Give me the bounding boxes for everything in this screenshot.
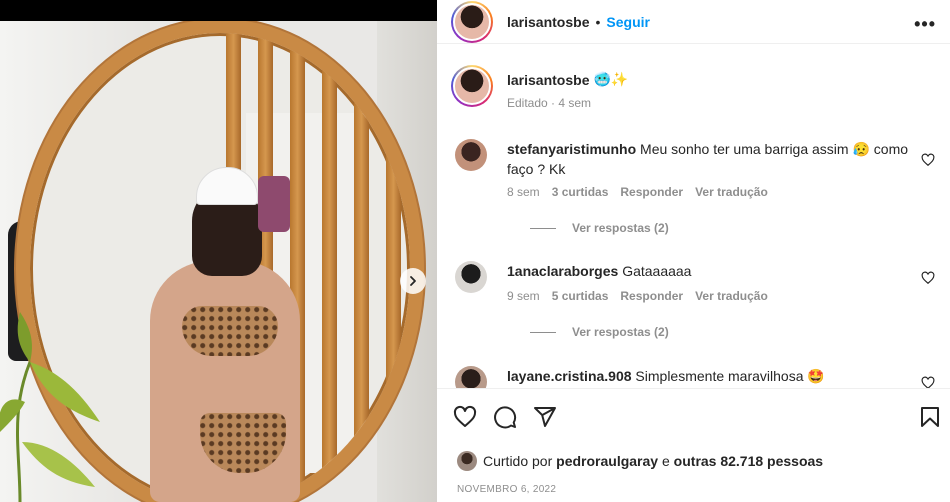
- more-icon[interactable]: •••: [914, 14, 936, 35]
- comment-icon[interactable]: [493, 405, 517, 429]
- view-replies-label: Ver respostas (2): [572, 221, 669, 235]
- caption-emojis: 🥶✨: [593, 71, 629, 87]
- separator-dot: •: [595, 13, 601, 30]
- reply-button[interactable]: Responder: [620, 289, 683, 303]
- heart-icon[interactable]: [921, 376, 935, 388]
- author-username[interactable]: larisantosbe: [507, 14, 589, 30]
- post-media: [0, 0, 437, 502]
- post-photo: [0, 21, 437, 502]
- plant: [0, 312, 100, 502]
- comment-text: Gataaaaaa: [622, 263, 692, 279]
- heart-icon[interactable]: [921, 153, 935, 167]
- comment-avatar[interactable]: [455, 261, 487, 293]
- liked-others[interactable]: outras 82.718 pessoas: [674, 453, 823, 469]
- translate-button[interactable]: Ver tradução: [695, 289, 768, 303]
- caption-avatar[interactable]: [451, 65, 493, 107]
- post-modal: larisantosbe • Seguir ••• larisantosbe 🥶…: [0, 0, 950, 502]
- liked-user[interactable]: pedroraulgaray: [556, 453, 658, 469]
- post-panel: larisantosbe • Seguir ••• larisantosbe 🥶…: [437, 0, 950, 502]
- heart-icon[interactable]: [921, 271, 935, 285]
- view-replies-button[interactable]: Ver respostas (2): [530, 221, 669, 235]
- comment-time: 9 sem: [507, 289, 540, 303]
- action-bar: [453, 405, 557, 429]
- post-footer: Curtido por pedroraulgaray e outras 82.7…: [437, 388, 950, 502]
- comment-likes[interactable]: 3 curtidas: [552, 185, 609, 199]
- caption-username[interactable]: larisantosbe: [507, 72, 589, 88]
- reply-button[interactable]: Responder: [620, 185, 683, 199]
- bookmark-icon[interactable]: [918, 405, 942, 429]
- translate-button[interactable]: Ver tradução: [695, 185, 768, 199]
- caption: larisantosbe 🥶✨ Editado · 4 sem: [451, 65, 628, 110]
- comment-username[interactable]: stefanyaristimunho: [507, 141, 636, 157]
- liked-prefix: Curtido por: [483, 453, 553, 469]
- follow-button[interactable]: Seguir: [606, 14, 650, 30]
- heart-icon[interactable]: [453, 405, 477, 429]
- author-avatar[interactable]: [451, 0, 493, 43]
- comment-username[interactable]: 1anaclaraborges: [507, 263, 618, 279]
- comments-scroll[interactable]: larisantosbe 🥶✨ Editado · 4 sem stefanya…: [437, 55, 950, 388]
- caption-edited: Editado · 4 sem: [507, 96, 592, 110]
- phone: [258, 176, 290, 232]
- share-icon[interactable]: [533, 405, 557, 429]
- comment-avatar[interactable]: [455, 139, 487, 171]
- comment-username[interactable]: layane.cristina.908: [507, 368, 632, 384]
- chevron-right-icon: [410, 276, 416, 286]
- comment-text: Simplesmente maravilhosa 🤩: [635, 368, 825, 384]
- comment-avatar[interactable]: [455, 366, 487, 388]
- view-replies-label: Ver respostas (2): [572, 325, 669, 339]
- comment-likes[interactable]: 5 curtidas: [552, 289, 609, 303]
- post-date[interactable]: NOVEMBRO 6, 2022: [457, 484, 556, 495]
- likes-summary: Curtido por pedroraulgaray e outras 82.7…: [457, 451, 823, 471]
- comment-time: 8 sem: [507, 185, 540, 199]
- next-image-button[interactable]: [400, 268, 426, 294]
- post-header: larisantosbe • Seguir •••: [437, 0, 950, 44]
- view-replies-button[interactable]: Ver respostas (2): [530, 325, 669, 339]
- liker-avatar[interactable]: [457, 451, 477, 471]
- liked-mid: e: [661, 453, 670, 469]
